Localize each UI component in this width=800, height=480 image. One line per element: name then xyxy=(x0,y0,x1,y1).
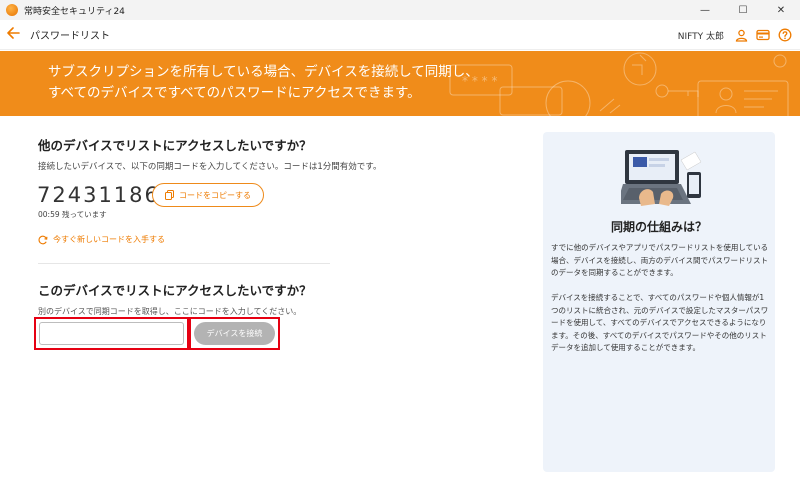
app-header: パスワードリスト NIFTY 太郎 xyxy=(0,20,800,50)
sync-info-card: 同期の仕組みは？ すでに他のデバイスやアプリでパスワードリストを使用している場合… xyxy=(543,132,775,472)
info-banner: サブスクリプションを所有している場合、デバイスを接続して同期し、すべてのデバイス… xyxy=(0,51,800,116)
app-logo-icon xyxy=(6,4,18,16)
code-timer: 00:59 残っています xyxy=(38,210,107,219)
sync-code-input[interactable] xyxy=(39,322,184,345)
copy-code-label: コードをコピーする xyxy=(179,190,251,200)
svg-text:* * * *: * * * * xyxy=(462,74,497,88)
close-button[interactable]: ✕ xyxy=(762,0,800,20)
page-title: パスワードリスト xyxy=(30,31,110,42)
app-title: 常時安全セキュリティ24 xyxy=(24,6,125,17)
card-paragraph-2: デバイスを接続することで、すべてのパスワードや個人情報が1つのリストに統合され、… xyxy=(551,293,769,352)
other-device-title: 他のデバイスでリストにアクセスしたいですか？ xyxy=(38,138,312,153)
connect-button-highlight: デバイスを接続 xyxy=(189,317,280,350)
code-input-highlight xyxy=(34,317,189,350)
sync-code: 72431186 xyxy=(37,183,160,207)
user-icon[interactable] xyxy=(734,28,748,42)
window-titlebar: 常時安全セキュリティ24 — ☐ ✕ xyxy=(0,0,800,20)
maximize-button[interactable]: ☐ xyxy=(724,0,762,20)
connect-device-button[interactable]: デバイスを接続 xyxy=(194,322,275,345)
other-device-description: 接続したいデバイスで、以下の同期コードを入力してください。コードは1分間有効です… xyxy=(38,162,382,172)
user-name: NIFTY 太郎 xyxy=(677,31,724,42)
window-controls: — ☐ ✕ xyxy=(686,0,800,20)
copy-icon xyxy=(165,190,174,200)
card-paragraph-1: すでに他のデバイスやアプリでパスワードリストを使用している場合、デバイスを接続し… xyxy=(551,243,769,277)
get-new-code-label: 今すぐ新しいコードを入手する xyxy=(53,235,165,244)
banner-text: サブスクリプションを所有している場合、デバイスを接続して同期し、すべてのデバイス… xyxy=(48,64,479,101)
card-icon[interactable] xyxy=(756,28,770,42)
back-arrow-icon[interactable] xyxy=(7,27,20,42)
section-divider xyxy=(38,263,330,264)
this-device-title: このデバイスでリストにアクセスしたいですか？ xyxy=(38,283,312,298)
banner-decoration: * * * * xyxy=(449,52,789,116)
header-actions: NIFTY 太郎 xyxy=(678,20,792,50)
get-new-code-link[interactable]: 今すぐ新しいコードを入手する xyxy=(38,234,165,245)
minimize-button[interactable]: — xyxy=(686,0,724,20)
copy-code-button[interactable]: コードをコピーする xyxy=(152,183,264,207)
refresh-icon xyxy=(38,235,48,244)
card-title: 同期の仕組みは？ xyxy=(610,220,707,234)
laptop-sync-illustration xyxy=(621,150,702,206)
this-device-description: 別のデバイスで同期コードを取得し、ここにコードを入力してください。 xyxy=(38,307,302,316)
help-icon[interactable] xyxy=(778,28,792,42)
